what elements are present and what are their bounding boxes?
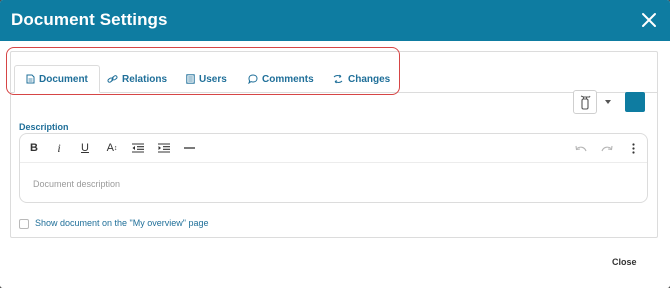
decrease-indent-button[interactable]: [129, 140, 147, 156]
show-on-overview-checkbox[interactable]: [19, 219, 29, 229]
fire-extinguisher-icon: [580, 95, 591, 110]
description-label: Description: [19, 122, 69, 132]
description-placeholder[interactable]: Document description: [33, 179, 120, 189]
more-options-button[interactable]: [624, 140, 642, 156]
description-editor: B i U A ↕ Document description: [19, 133, 648, 203]
close-icon[interactable]: [640, 11, 658, 29]
dialog-title: Document Settings: [11, 10, 168, 29]
dialog-titlebar: Document Settings: [0, 0, 670, 41]
more-vertical-icon: [631, 142, 635, 154]
redo-button[interactable]: [598, 140, 616, 156]
undo-icon: [575, 145, 587, 152]
horizontal-rule-icon: [183, 147, 195, 149]
tabs-highlight-outline: [6, 47, 400, 95]
horizontal-rule-button[interactable]: [180, 140, 198, 156]
close-button[interactable]: Close: [612, 257, 637, 267]
dialog-content: Document Relations Users Comments Change…: [0, 41, 670, 288]
style-picker-button[interactable]: [573, 90, 597, 114]
outdent-icon: [132, 143, 144, 153]
undo-button[interactable]: [572, 140, 590, 156]
show-on-overview-label[interactable]: Show document on the "My overview" page: [35, 218, 208, 228]
document-settings-dialog: Document Settings Document Relations Use…: [0, 0, 670, 288]
toolbar-divider: [20, 162, 647, 163]
chevron-down-icon[interactable]: [605, 100, 611, 104]
indent-icon: [158, 143, 170, 153]
italic-button[interactable]: i: [50, 140, 68, 156]
font-size-button[interactable]: A ↕: [103, 140, 121, 156]
color-swatch[interactable]: [625, 92, 645, 112]
redo-icon: [601, 145, 613, 152]
increase-indent-button[interactable]: [155, 140, 173, 156]
underline-button[interactable]: U: [76, 140, 94, 156]
bold-button[interactable]: B: [25, 140, 43, 156]
